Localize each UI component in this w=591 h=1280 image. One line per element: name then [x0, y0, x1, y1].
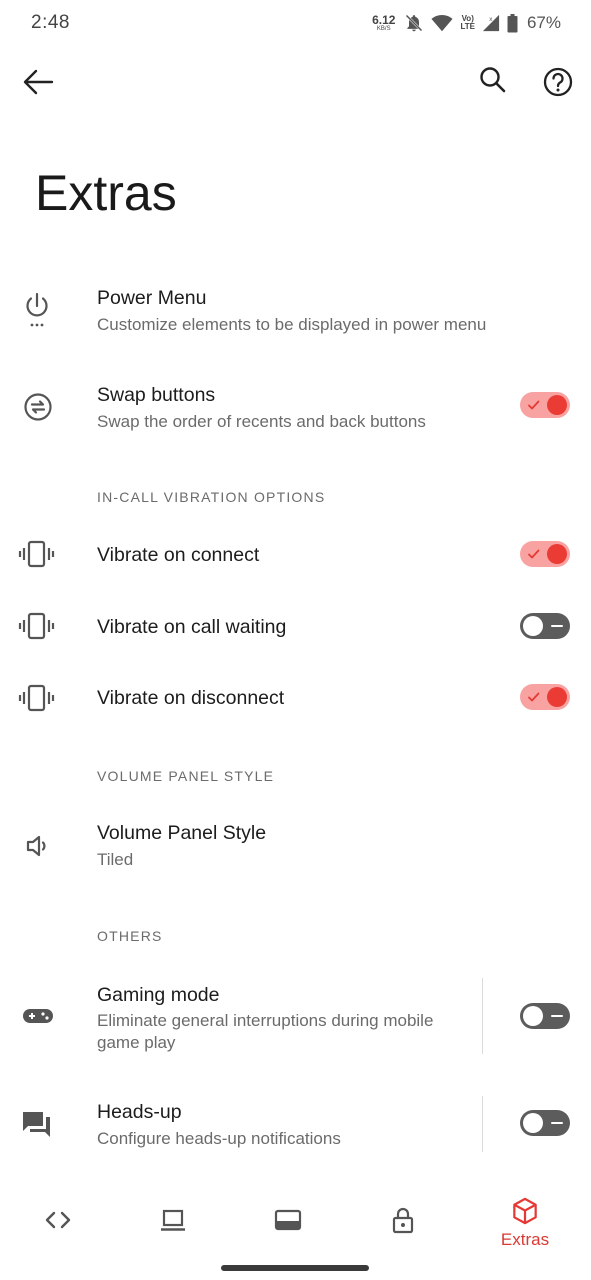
vibration-icon — [15, 606, 59, 646]
toggle-knob — [523, 616, 543, 636]
minus-icon — [551, 625, 563, 627]
vibrate-connect-item[interactable]: Vibrate on connect — [0, 524, 591, 584]
vibrate-waiting-title: Vibrate on call waiting — [97, 616, 287, 638]
laptop-icon — [161, 1209, 185, 1231]
gaming-mode-toggle[interactable] — [520, 1003, 570, 1029]
swap-buttons-toggle[interactable] — [520, 392, 570, 418]
power-menu-title: Power Menu — [97, 287, 207, 309]
toggle-knob — [547, 687, 567, 707]
vibrate-connect-toggle[interactable] — [520, 541, 570, 567]
power-menu-item[interactable]: Power Menu Customize elements to be disp… — [0, 272, 591, 352]
heads-up-subtitle: Configure heads-up notifications — [97, 1129, 341, 1148]
power-menu-subtitle: Customize elements to be displayed in po… — [97, 315, 487, 334]
toggle-knob — [547, 395, 567, 415]
swap-icon — [15, 387, 59, 427]
section-header-in-call: IN-CALL VIBRATION OPTIONS — [97, 489, 326, 505]
status-bar: 2:48 6.12 KB/S Vo) LTE x 67% — [0, 0, 591, 46]
nav-item-laptop[interactable] — [133, 1190, 213, 1250]
code-icon — [45, 1211, 71, 1229]
network-speed: 6.12 KB/S — [372, 14, 395, 32]
back-button[interactable] — [18, 64, 58, 100]
vibrate-disconnect-title: Vibrate on disconnect — [97, 687, 285, 709]
mute-bell-icon — [404, 13, 424, 33]
section-header-volume: VOLUME PANEL STYLE — [97, 768, 275, 784]
divider — [482, 978, 483, 1054]
divider — [482, 1096, 483, 1152]
vibrate-waiting-item[interactable]: Vibrate on call waiting — [0, 596, 591, 656]
nav-item-lock[interactable] — [363, 1190, 443, 1250]
vibrate-disconnect-item[interactable]: Vibrate on disconnect — [0, 668, 591, 728]
toggle-knob — [547, 544, 567, 564]
cube-icon — [513, 1197, 537, 1225]
heads-up-title: Heads-up — [97, 1101, 182, 1123]
lock-icon — [392, 1207, 414, 1234]
volume-icon — [15, 826, 59, 866]
status-time: 2:48 — [31, 12, 70, 33]
volume-panel-subtitle: Tiled — [97, 850, 134, 869]
network-speed-value: 6.12 — [372, 13, 396, 27]
status-icons: 6.12 KB/S Vo) LTE x 67% — [372, 10, 561, 36]
volte-bottom-label: LTE — [460, 22, 475, 31]
search-icon — [480, 67, 506, 93]
battery-icon — [507, 13, 518, 33]
heads-up-item[interactable]: Heads-up Configure heads-up notification… — [0, 1090, 591, 1160]
swap-buttons-title: Swap buttons — [97, 384, 216, 406]
wifi-icon — [431, 13, 453, 33]
help-circle-icon — [543, 67, 573, 97]
nav-label-extras: Extras — [500, 1230, 550, 1249]
gesture-home-bar[interactable] — [221, 1265, 369, 1271]
gaming-mode-item[interactable]: Gaming mode Eliminate general interrupti… — [0, 970, 591, 1060]
navbar-icon — [274, 1209, 302, 1231]
chat-icon — [15, 1104, 59, 1144]
vibrate-waiting-toggle[interactable] — [520, 613, 570, 639]
vibrate-connect-title: Vibrate on connect — [97, 544, 260, 566]
network-speed-unit: KB/S — [376, 26, 391, 32]
check-icon — [528, 549, 540, 559]
toggle-knob — [523, 1006, 543, 1026]
toggle-knob — [523, 1113, 543, 1133]
swap-buttons-subtitle: Swap the order of recents and back butto… — [97, 412, 426, 431]
vibration-icon — [15, 534, 59, 574]
search-button[interactable] — [474, 62, 512, 100]
minus-icon — [551, 1015, 563, 1017]
check-icon — [528, 692, 540, 702]
battery-percent: 67% — [526, 13, 561, 32]
bottom-navigation: Extras — [0, 1190, 591, 1254]
nav-item-extras[interactable]: Extras — [485, 1190, 565, 1250]
gamepad-icon — [15, 996, 59, 1036]
heads-up-toggle[interactable] — [520, 1110, 570, 1136]
vibration-icon — [15, 678, 59, 718]
volume-panel-title: Volume Panel Style — [97, 822, 267, 844]
nav-item-code[interactable] — [18, 1190, 98, 1250]
volte-icon: Vo) LTE — [460, 15, 475, 31]
power-icon — [15, 290, 59, 330]
section-header-others: OTHERS — [97, 928, 163, 944]
help-button[interactable] — [538, 62, 578, 102]
vibrate-disconnect-toggle[interactable] — [520, 684, 570, 710]
signal-icon: x — [482, 14, 500, 32]
nav-item-navbar[interactable] — [248, 1190, 328, 1250]
gaming-mode-title: Gaming mode — [97, 984, 220, 1006]
top-app-bar — [0, 56, 591, 108]
minus-icon — [551, 1122, 563, 1124]
arrow-left-icon — [23, 69, 54, 95]
check-icon — [528, 400, 540, 410]
volume-panel-item[interactable]: Volume Panel Style Tiled — [0, 808, 591, 888]
gaming-mode-subtitle: Eliminate general interruptions during m… — [97, 1011, 434, 1052]
page-title: Extras — [35, 165, 177, 221]
swap-buttons-item[interactable]: Swap buttons Swap the order of recents a… — [0, 370, 591, 450]
